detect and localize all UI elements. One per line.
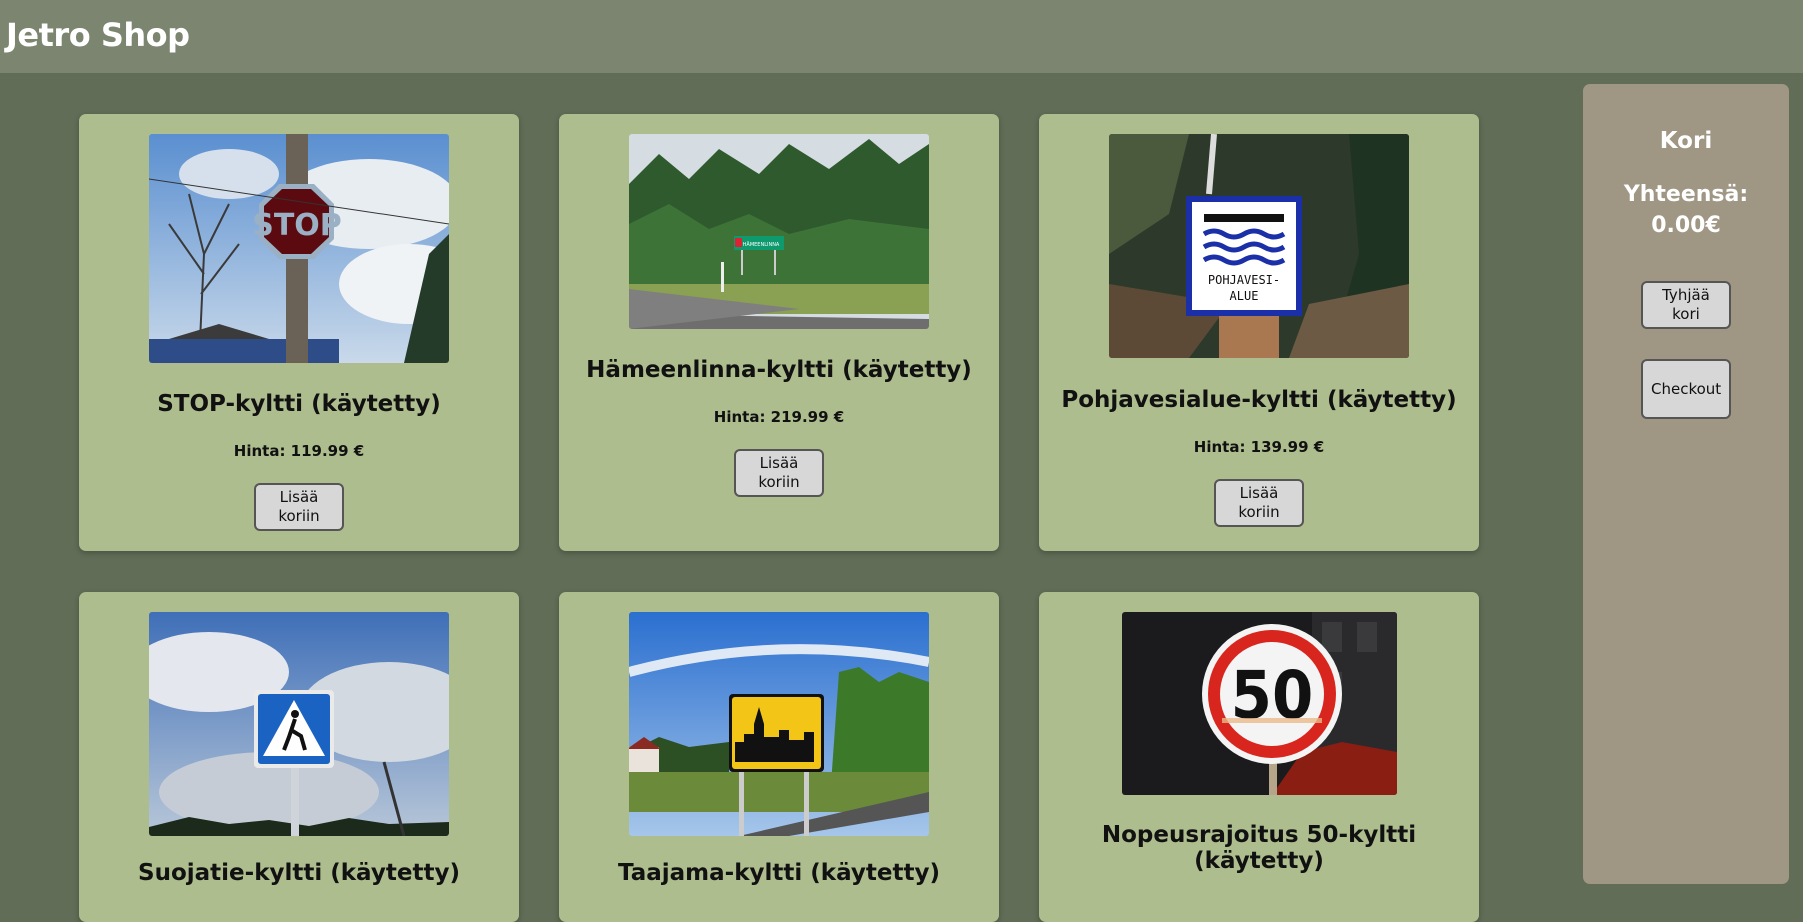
product-price: Hinta: 119.99 € <box>233 442 365 460</box>
stop-sign-image: STOP <box>149 134 449 363</box>
groundwater-sign-line2: ALUE <box>1230 289 1259 303</box>
product-title: Nopeusrajoitus 50-kyltti (käytetty) <box>1101 822 1417 874</box>
product-title: Taajama-kyltti (käytetty) <box>618 860 940 886</box>
add-to-cart-button[interactable]: Lisää koriin <box>254 483 344 531</box>
product-title: Suojatie-kyltti (käytetty) <box>138 860 460 886</box>
product-title: STOP-kyltti (käytetty) <box>157 391 441 417</box>
product-card-stop: STOP STOP-kyltti (käytetty) Hinta: 119.9… <box>79 114 519 551</box>
town-sign-image <box>629 612 929 836</box>
product-card-nopeusrajoitus: 50 Nopeusrajoitus 50-kyltti (käytetty) <box>1039 592 1479 922</box>
product-price: Hinta: 219.99 € <box>713 408 845 426</box>
product-price: Hinta: 139.99 € <box>1193 438 1325 456</box>
product-title: Pohjavesialue-kyltti (käytetty) <box>1061 387 1457 413</box>
empty-cart-button[interactable]: Tyhjää kori <box>1641 281 1731 329</box>
top-header: Jetro Shop <box>0 0 1803 73</box>
product-card-taajama: Taajama-kyltti (käytetty) <box>559 592 999 922</box>
product-card-suojatie: Suojatie-kyltti (käytetty) <box>79 592 519 922</box>
cart-total-value: 0.00€ <box>1651 213 1721 238</box>
product-card-pohjavesialue: POHJAVESI- ALUE Pohjavesialue-kyltti (kä… <box>1039 114 1479 551</box>
product-card-hameenlinna: HÄMEENLINNA Hämeenlinna-kyltti (käytetty… <box>559 114 999 551</box>
cart-title: Kori <box>1659 128 1713 154</box>
groundwater-sign-image: POHJAVESI- ALUE <box>1109 134 1409 358</box>
cart-panel: Kori Yhteensä: 0.00€ Tyhjää kori Checkou… <box>1583 84 1789 884</box>
hameenlinna-sign-text: HÄMEENLINNA <box>743 241 780 248</box>
product-title: Hämeenlinna-kyltti (käytetty) <box>586 357 972 383</box>
checkout-button[interactable]: Checkout <box>1641 359 1731 419</box>
cart-total-label: Yhteensä: <box>1623 182 1749 207</box>
crosswalk-sign-image <box>149 612 449 836</box>
groundwater-sign-line1: POHJAVESI- <box>1208 273 1280 287</box>
add-to-cart-button[interactable]: Lisää koriin <box>734 449 824 497</box>
hameenlinna-sign-image: HÄMEENLINNA <box>629 134 929 329</box>
site-title[interactable]: Jetro Shop <box>6 16 190 54</box>
stop-sign-text: STOP <box>252 208 342 243</box>
speed-limit-50-sign-image: 50 <box>1122 612 1397 795</box>
add-to-cart-button[interactable]: Lisää koriin <box>1214 479 1304 527</box>
